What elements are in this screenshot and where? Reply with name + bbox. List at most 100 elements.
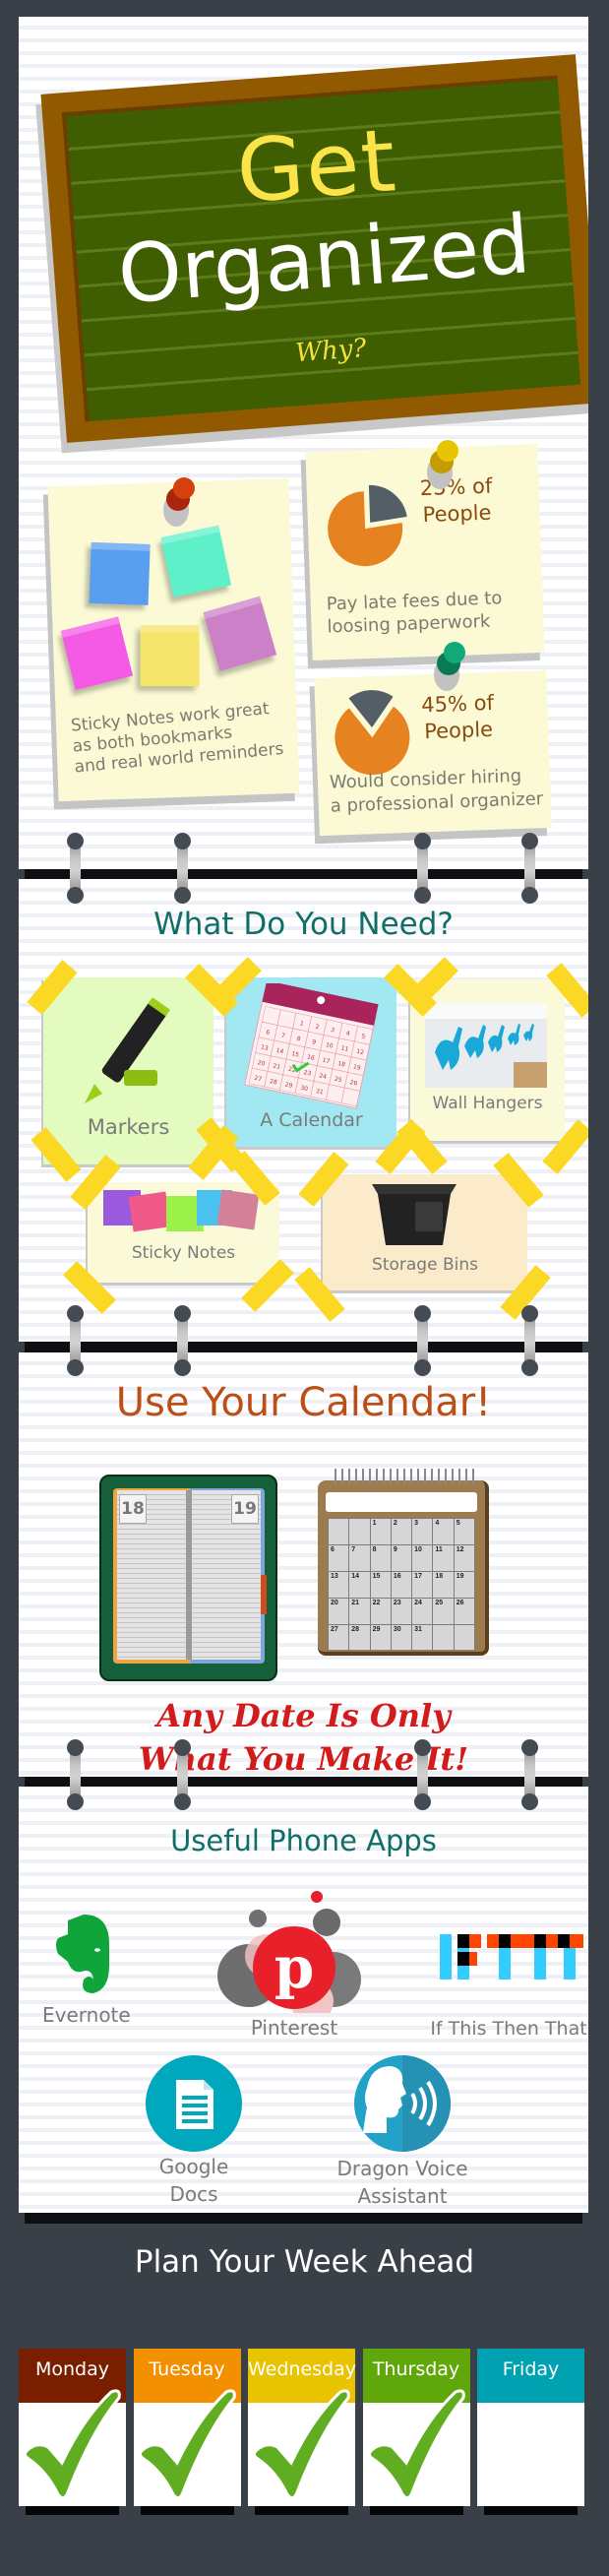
subtitle-why: Why?: [294, 333, 368, 369]
postit-pink: [60, 616, 134, 691]
postit-purple: [203, 596, 277, 671]
day-card-wednesday[interactable]: Wednesday: [248, 2349, 356, 2515]
pushpin-yellow-icon: [425, 440, 458, 489]
page-use-your-calendar: Use Your Calendar! 18 19 1 2 3 4 5 6 7 8 9 10 11 12…: [19, 1352, 588, 1777]
checkmark-icon: [138, 2389, 236, 2499]
section-title-needs: What Do You Need?: [153, 907, 454, 942]
calendar-day-cell: 26: [453, 1598, 476, 1625]
svg-text:p: p: [274, 1934, 315, 2001]
checkmark-icon: [252, 2389, 350, 2499]
stat-note-45: 45% of People Would consider hiring a pr…: [314, 669, 552, 837]
postit-yellow: [140, 625, 200, 687]
calendar-week-row: 6 7 8 9 10 11 12: [327, 1544, 476, 1572]
calendar-day-cell: [327, 1518, 350, 1545]
stat-headline-23-line2: People: [422, 500, 492, 528]
app-label-google-docs-line1: Google: [158, 2155, 229, 2178]
sticky-note-info: Sticky Notes work great as both bookmark…: [47, 477, 300, 802]
day-card-shadow: [26, 2506, 119, 2515]
calendar-week-row: 27 28 29 30 31: [327, 1624, 476, 1652]
stat-desc-45-line2: a professional organizer: [330, 788, 544, 817]
page-get-organized: Get Organized Why? Sticky Notes work gre…: [19, 17, 588, 869]
app-evernote[interactable]: Evernote: [42, 1915, 131, 2042]
wall-hanger-icon: [425, 1003, 547, 1088]
page-what-do-you-need: What Do You Need? Markers 1 2 3 4 5 6 7 8 9 10 11 1…: [19, 879, 588, 1342]
binder-ring: [414, 833, 431, 904]
calendar-day-cell: 19: [453, 1571, 476, 1599]
planner-icon: 18 19: [99, 1475, 277, 1681]
evernote-icon: [56, 1915, 109, 1993]
section-title-calendar: Use Your Calendar!: [115, 1380, 492, 1425]
calendar-day-cell: 5: [453, 1518, 476, 1545]
planner-page-right: 19: [231, 1494, 259, 1524]
calendar-day-cell: [348, 1518, 371, 1545]
calendar-spiral: [330, 1469, 475, 1484]
app-ifttt[interactable]: If This Then That: [430, 1934, 588, 2042]
app-pinterest[interactable]: p Pinterest: [215, 1885, 373, 2042]
wall-calendar-icon: 1 2 3 4 5 6 7 8 9 10 11 12 13 14 15 16 17 18 19 20 21 22 23 24 2…: [318, 1469, 489, 1656]
storage-bin-icon: [372, 1184, 457, 1245]
calendar-day-cell: 25: [432, 1598, 455, 1625]
need-label-wall-hangers: Wall Hangers: [432, 1094, 543, 1113]
calendar-day-cell: 14: [348, 1571, 371, 1599]
stat-headline-45-line2: People: [423, 717, 494, 744]
calendar-day-cell: 17: [411, 1571, 434, 1599]
calendar-day-cell: 11: [432, 1544, 455, 1572]
app-label-evernote: Evernote: [42, 2003, 131, 2027]
chalkboard: Get Organized Why?: [40, 54, 588, 443]
marker-icon: [85, 997, 170, 1103]
day-card-friday[interactable]: Friday: [477, 2349, 584, 2515]
day-card-shadow: [140, 2506, 234, 2515]
sticky-notes-icon: [103, 1188, 271, 1237]
calendar-day-cell: 2: [390, 1518, 413, 1545]
app-label-dragon-line2: Assistant: [357, 2184, 448, 2208]
binder-ring: [67, 1739, 84, 1810]
need-card-calendar: 1 2 3 4 5 6 7 8 9 10 11 12 13 14 15 16 17 18 19 20 21 22 23 24 2…: [226, 977, 396, 1147]
app-google-docs[interactable]: Google Docs: [135, 2054, 253, 2206]
day-card-shadow: [255, 2506, 348, 2515]
calendar-day-cell: 31: [411, 1624, 434, 1652]
calendar-week-row: 13 14 15 16 17 18 19: [327, 1571, 476, 1599]
binder-ring: [174, 1739, 191, 1810]
calendar-day-cell: 9: [390, 1544, 413, 1572]
google-docs-icon: [146, 2055, 242, 2152]
day-card-monday[interactable]: Monday: [19, 2349, 126, 2515]
planner-page-left: 18: [119, 1494, 147, 1524]
calendar-day-cell: 13: [327, 1571, 350, 1599]
calendar-day-cell: 22: [369, 1598, 392, 1625]
stat-desc-23-line2: loosing paperwork: [327, 610, 491, 638]
binder-ring: [67, 1305, 84, 1376]
day-card-thursday[interactable]: Thursday: [362, 2349, 470, 2515]
binder-ring: [521, 833, 538, 904]
page-shadow: [25, 2213, 582, 2224]
sticky-note-text: Sticky Notes work great as both bookmark…: [70, 699, 285, 778]
section-title-week: Plan Your Week Ahead: [134, 2244, 475, 2280]
slogan-line1: Any Date Is Only: [156, 1697, 451, 1734]
calendar-day-cell: 20: [327, 1598, 350, 1625]
binder-ring: [414, 1739, 431, 1810]
calendar-day-cell: 18: [432, 1571, 455, 1599]
app-dragon-voice[interactable]: Dragon Voice Assistant: [324, 2054, 481, 2208]
calendar-day-cell: 24: [411, 1598, 434, 1625]
day-card-shadow: [484, 2506, 578, 2515]
checkmark-icon: [23, 2389, 121, 2499]
calendar-day-cell: 15: [369, 1571, 392, 1599]
postit-teal: [160, 525, 232, 597]
stat-headline-45-line1: 45% of: [420, 690, 495, 718]
need-label-markers: Markers: [87, 1115, 170, 1139]
day-label: Friday: [477, 2349, 584, 2403]
pie-chart-45: [335, 690, 410, 776]
pie-chart-23: [328, 484, 407, 567]
calendar-day-cell: 29: [369, 1624, 392, 1652]
need-label-calendar: A Calendar: [260, 1109, 363, 1131]
pie-highlight-slice: [368, 484, 407, 523]
day-card-shadow: [369, 2506, 463, 2515]
calendar-week-row: 20 21 22 23 24 25 26: [327, 1598, 476, 1625]
calendar-day-cell: 4: [432, 1518, 455, 1545]
day-card-tuesday[interactable]: Tuesday: [133, 2349, 241, 2515]
postit-blue: [89, 541, 151, 605]
calendar-day-cell: 30: [390, 1624, 413, 1652]
month-grid: 1 2 3 4 5 6 7 8 9 10 11 12 13 14 15 16 17 18 19 20 21 22 23 24 2…: [327, 1518, 476, 1652]
pushpin-red-icon: [161, 477, 195, 527]
need-label-sticky-notes: Sticky Notes: [131, 1243, 236, 1263]
calendar-day-cell: 6: [327, 1544, 350, 1572]
